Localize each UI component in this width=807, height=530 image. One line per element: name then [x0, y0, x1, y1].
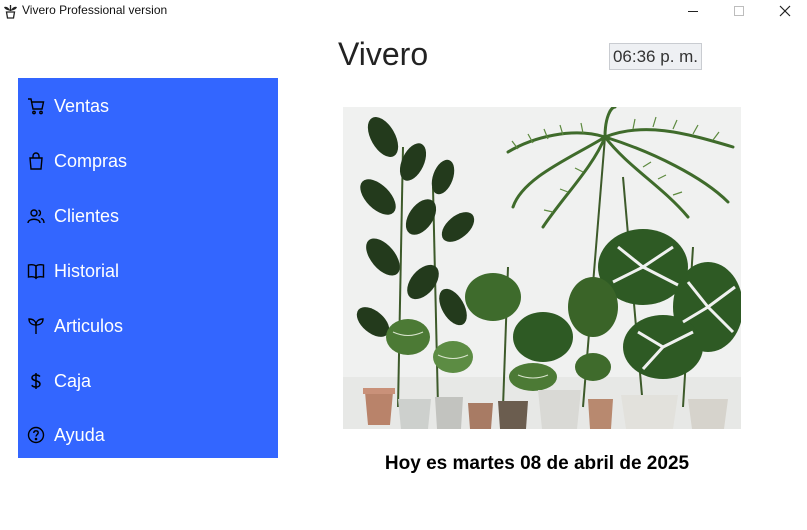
maximize-button[interactable]	[716, 0, 762, 21]
sidebar-item-ventas[interactable]: Ventas	[18, 86, 278, 126]
dollar-icon	[27, 372, 45, 390]
sidebar-item-label: Articulos	[54, 315, 124, 336]
date-label: Hoy es martes 08 de abril de 2025	[384, 453, 690, 474]
help-circle-icon	[27, 426, 45, 444]
sidebar-item-clientes[interactable]: Clientes	[18, 196, 278, 236]
sidebar-item-label: Clientes	[54, 205, 120, 226]
maximize-icon	[734, 5, 744, 16]
sidebar-item-label: Ventas	[54, 95, 110, 116]
sidebar-item-historial[interactable]: Historial	[18, 251, 278, 291]
sidebar-item-label: Ayuda	[54, 424, 105, 445]
sidebar-item-compras[interactable]: Compras	[18, 141, 278, 181]
minimize-icon	[688, 10, 698, 12]
sidebar-item-caja[interactable]: Caja	[18, 361, 278, 401]
title-bar: Vivero Professional version	[0, 0, 807, 21]
plants-image	[343, 107, 741, 429]
sidebar-item-label: Caja	[54, 370, 92, 391]
shopping-bag-icon	[27, 152, 45, 170]
sidebar-item-articulos[interactable]: Articulos	[18, 306, 278, 346]
window-title: Vivero Professional version	[22, 3, 168, 17]
sidebar-item-label: Compras	[54, 150, 128, 171]
plant-pot-icon	[2, 2, 19, 19]
close-icon	[779, 5, 791, 16]
sidebar-item-label: Historial	[54, 260, 120, 281]
sprout-icon	[27, 317, 45, 335]
users-icon	[27, 207, 45, 225]
minimize-button[interactable]	[670, 0, 716, 21]
close-button[interactable]	[762, 0, 807, 21]
sidebar: Ventas Compras Clientes Historial Articu…	[18, 78, 278, 458]
page-title: Vivero	[338, 36, 429, 72]
clock-display: 06:36 p. m.	[609, 43, 702, 70]
cart-icon	[27, 97, 45, 115]
book-icon	[27, 262, 45, 280]
sidebar-item-ayuda[interactable]: Ayuda	[18, 415, 278, 455]
